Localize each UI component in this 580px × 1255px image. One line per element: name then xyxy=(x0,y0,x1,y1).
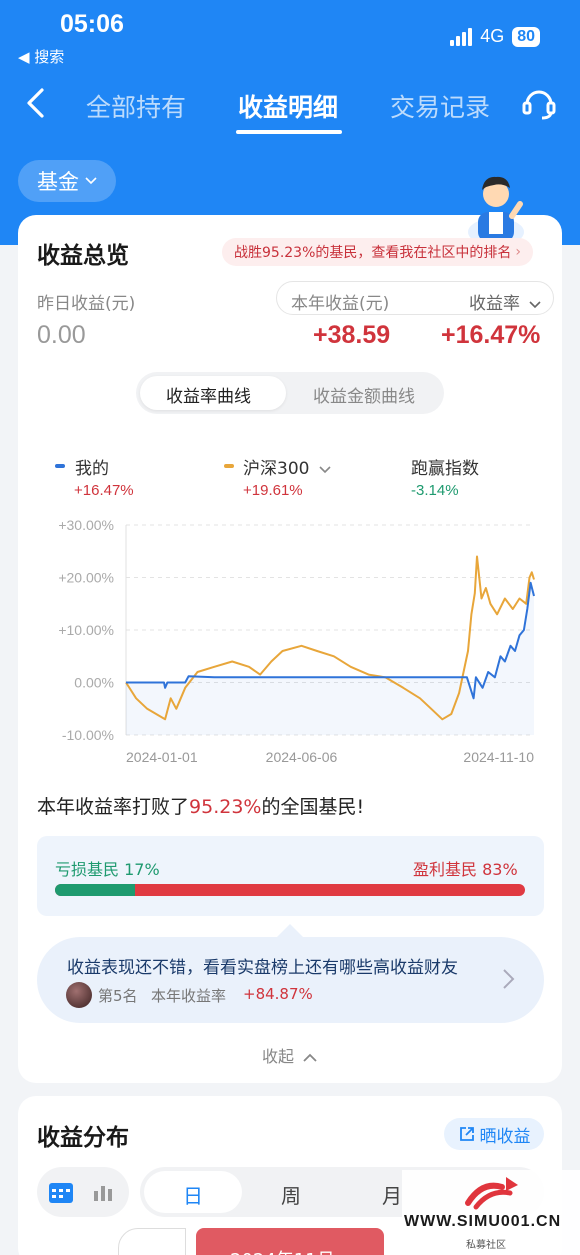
prev-month-button[interactable] xyxy=(118,1228,186,1255)
battery-icon: 80 xyxy=(512,26,540,47)
yesterday-income-value: 0.00 xyxy=(37,321,86,349)
x-tick-label: 2024-06-06 xyxy=(266,749,338,765)
chevron-down-icon xyxy=(529,301,541,309)
collapse-label: 收起 xyxy=(262,1047,295,1066)
x-tick-label: 2024-11-10 xyxy=(463,749,534,765)
distribution-title: 收益分布 xyxy=(37,1125,129,1151)
y-tick-label: +10.00% xyxy=(58,622,114,638)
top-user-avatar xyxy=(66,982,92,1008)
x-tick-label: 2024-01-01 xyxy=(126,749,198,765)
rank-banner[interactable]: 战胜95.23%的基民，查看我在社区中的排名 › xyxy=(222,238,533,266)
return-chart[interactable]: +30.00% +20.00% +10.00% 0.00% -10.00% 2024-01… xyxy=(0,505,580,775)
month-selector[interactable]: 2024年11月 xyxy=(196,1228,384,1255)
promo-rate-label: 本年收益率 xyxy=(151,987,227,1005)
bar-chart-icon[interactable] xyxy=(92,1182,118,1202)
share-label: 晒收益 xyxy=(479,1126,531,1147)
back-arrow-icon[interactable] xyxy=(22,86,52,120)
chevron-right-icon xyxy=(503,969,515,989)
calendar-icon[interactable] xyxy=(48,1180,74,1204)
rate-type-dropdown[interactable]: 收益率 xyxy=(469,289,541,314)
y-tick-label: -10.00% xyxy=(62,727,114,743)
back-to-search-link[interactable]: ◀ 搜索 xyxy=(18,46,64,67)
active-tab-indicator xyxy=(236,130,342,134)
customer-service-icon[interactable] xyxy=(520,84,558,122)
legend-marker-mine xyxy=(55,464,65,468)
share-icon xyxy=(459,1127,474,1141)
beat-percent: 95.23% xyxy=(189,796,262,818)
promo-pointer xyxy=(276,924,304,938)
legend-mine-value: +16.47% xyxy=(74,482,134,499)
beat-suffix: 的全国基民! xyxy=(261,796,365,818)
collapse-button[interactable]: 收起 xyxy=(262,1043,317,1067)
year-rate-value: +16.47% xyxy=(441,321,541,349)
tab-income-detail[interactable]: 收益明细 xyxy=(238,88,338,124)
watermark-url: WWW.SIMU001.CN xyxy=(404,1213,562,1230)
legend-marker-csi300 xyxy=(224,464,234,468)
loss-investors-label: 亏损基民 17% xyxy=(55,860,160,879)
watermark-logo-icon xyxy=(465,1177,518,1210)
legend-excess-value: -3.14% xyxy=(411,482,459,499)
tab-transactions[interactable]: 交易记录 xyxy=(390,88,490,124)
status-indicators: 4G 80 xyxy=(450,26,540,47)
tab-all-holdings[interactable]: 全部持有 xyxy=(86,88,186,124)
period-month[interactable]: 月 xyxy=(382,1180,402,1209)
beat-prefix: 本年收益率打败了 xyxy=(37,796,190,818)
legend-csi300-value: +19.61% xyxy=(243,482,303,499)
legend-index-dropdown[interactable]: 沪深300 xyxy=(243,454,331,479)
share-income-button[interactable]: 晒收益 xyxy=(444,1118,544,1150)
legend-mine-name: 我的 xyxy=(75,459,109,479)
period-week[interactable]: 周 xyxy=(281,1180,301,1209)
profit-investors-label: 盈利基民 83% xyxy=(413,860,518,879)
yesterday-income-label: 昨日收益(元) xyxy=(37,294,136,314)
chevron-down-icon xyxy=(85,177,97,185)
signal-icon xyxy=(450,27,473,46)
beat-summary: 本年收益率打败了95.23%的全国基民! xyxy=(37,792,364,819)
rate-type-label: 收益率 xyxy=(469,294,520,314)
y-tick-label: 0.00% xyxy=(74,675,114,691)
year-income-value: +38.59 xyxy=(313,321,391,349)
fund-type-dropdown[interactable]: 基金 xyxy=(18,160,116,202)
chevron-up-icon xyxy=(303,1053,317,1062)
overview-title: 收益总览 xyxy=(37,243,129,269)
mascot-avatar-icon xyxy=(468,176,524,244)
promo-title: 收益表现还不错，看看实盘榜上还有哪些高收益财友 xyxy=(67,958,458,978)
year-income-label: 本年收益(元) xyxy=(291,294,390,314)
legend-csi300-name: 沪深300 xyxy=(243,459,310,479)
watermark-subtitle: 私募社区 xyxy=(466,1240,506,1251)
tab-rate-curve[interactable]: 收益率曲线 xyxy=(166,382,251,407)
promo-rate-value: +84.87% xyxy=(243,985,313,1003)
network-type: 4G xyxy=(480,26,505,46)
status-time: 05:06 xyxy=(60,10,124,38)
rank-banner-text: 战胜95.23%的基民，查看我在社区中的排名 xyxy=(234,245,512,261)
y-tick-label: +20.00% xyxy=(58,570,114,586)
tab-amount-curve[interactable]: 收益金额曲线 xyxy=(313,382,415,407)
y-tick-label: +30.00% xyxy=(58,517,114,533)
period-day[interactable]: 日 xyxy=(183,1180,203,1209)
chevron-down-icon xyxy=(319,466,331,474)
loss-ratio-fill xyxy=(55,884,135,896)
legend-excess-name: 跑赢指数 xyxy=(411,459,479,479)
fund-type-label: 基金 xyxy=(37,170,79,194)
promo-rank: 第5名 xyxy=(98,987,138,1005)
chevron-right-icon: › xyxy=(515,244,521,260)
leaderboard-promo[interactable] xyxy=(37,937,544,1023)
profit-loss-ratio-bar xyxy=(55,884,525,896)
